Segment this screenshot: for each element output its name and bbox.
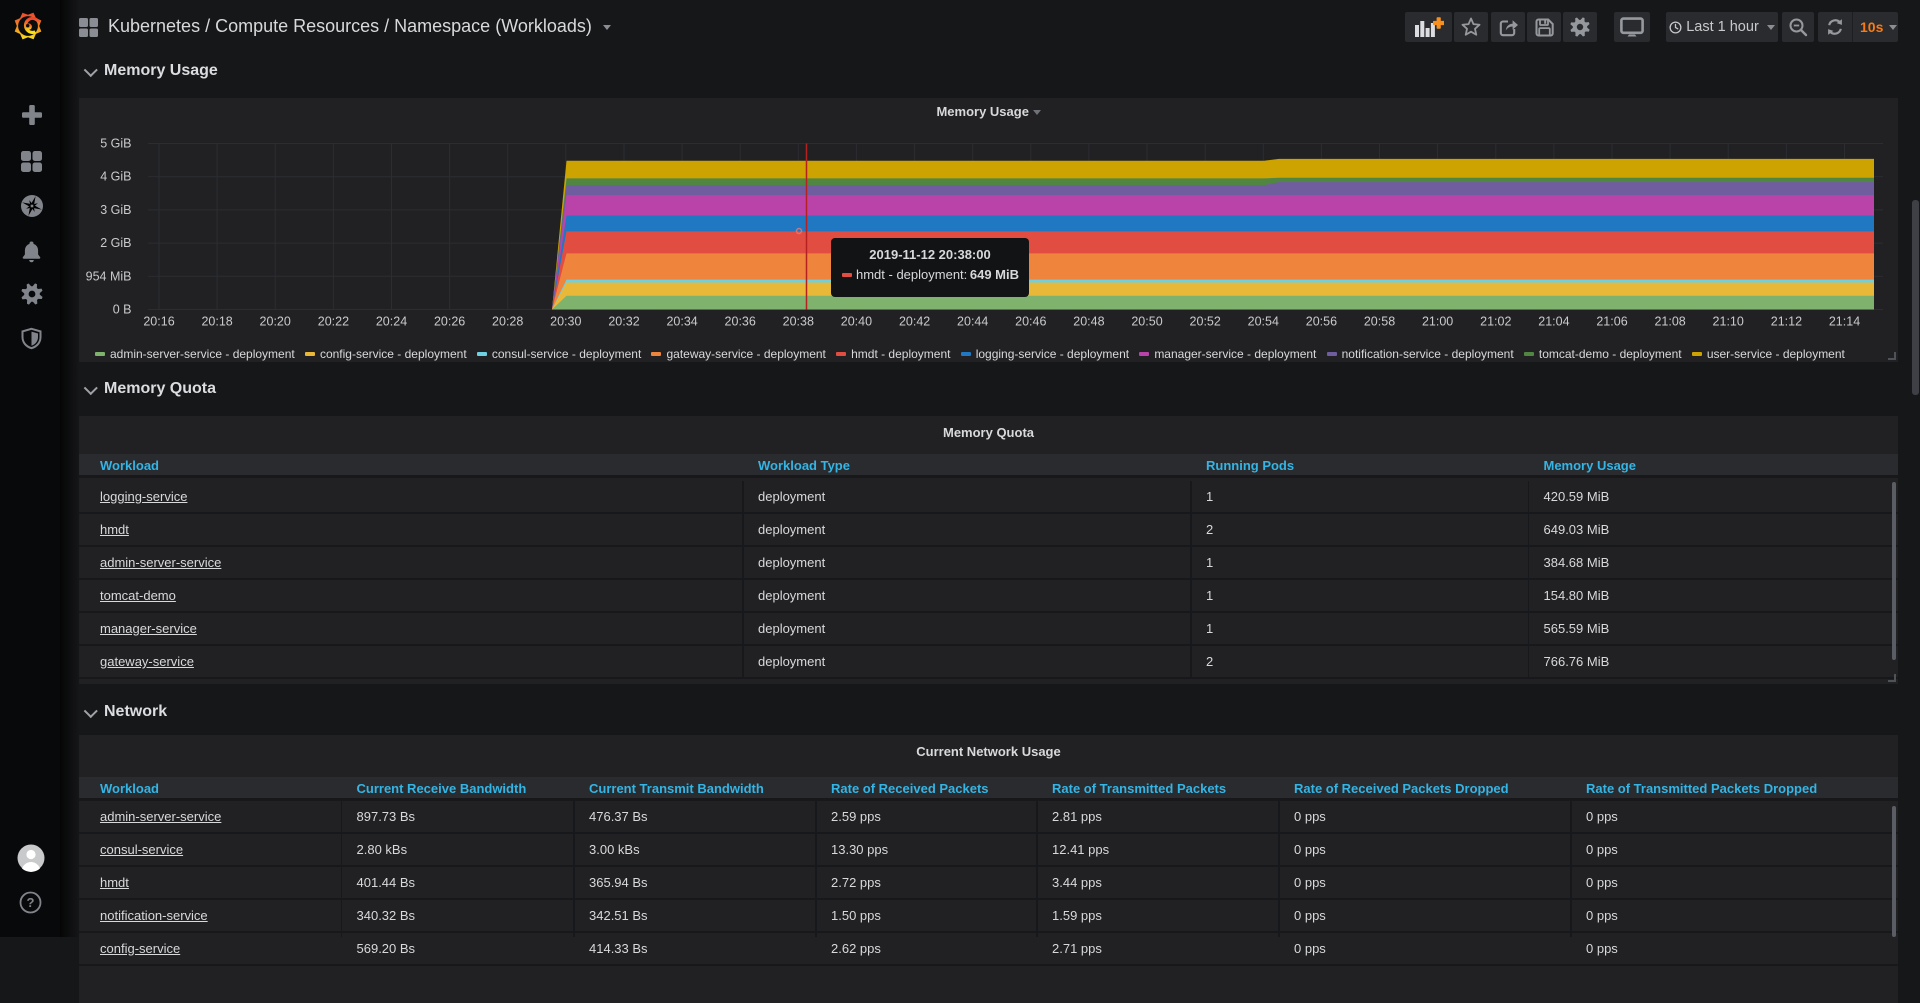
svg-text:21:00: 21:00 xyxy=(1422,314,1453,328)
svg-text:4 GiB: 4 GiB xyxy=(100,169,131,183)
svg-text:954 MiB: 954 MiB xyxy=(86,269,132,283)
svg-text:2 GiB: 2 GiB xyxy=(100,236,131,250)
svg-text:20:58: 20:58 xyxy=(1364,314,1395,328)
svg-text:21:14: 21:14 xyxy=(1829,314,1860,328)
svg-text:20:32: 20:32 xyxy=(608,314,639,328)
svg-text:5 GiB: 5 GiB xyxy=(100,136,131,150)
svg-text:20:46: 20:46 xyxy=(1015,314,1046,328)
svg-text:20:38: 20:38 xyxy=(783,314,814,328)
svg-text:20:56: 20:56 xyxy=(1306,314,1337,328)
svg-text:21:12: 21:12 xyxy=(1771,314,1802,328)
svg-text:?: ? xyxy=(26,895,34,910)
svg-text:20:16: 20:16 xyxy=(143,314,174,328)
svg-text:20:36: 20:36 xyxy=(725,314,756,328)
svg-text:0 B: 0 B xyxy=(113,302,132,316)
svg-text:20:54: 20:54 xyxy=(1248,314,1279,328)
svg-text:20:26: 20:26 xyxy=(434,314,465,328)
svg-text:20:40: 20:40 xyxy=(841,314,872,328)
svg-text:20:30: 20:30 xyxy=(550,314,581,328)
svg-text:20:22: 20:22 xyxy=(318,314,349,328)
svg-text:21:06: 21:06 xyxy=(1596,314,1627,328)
svg-text:20:34: 20:34 xyxy=(666,314,697,328)
svg-text:20:24: 20:24 xyxy=(376,314,407,328)
svg-text:20:44: 20:44 xyxy=(957,314,988,328)
svg-text:20:48: 20:48 xyxy=(1073,314,1104,328)
svg-text:20:28: 20:28 xyxy=(492,314,523,328)
svg-text:21:10: 21:10 xyxy=(1713,314,1744,328)
svg-text:21:04: 21:04 xyxy=(1538,314,1569,328)
svg-text:20:42: 20:42 xyxy=(899,314,930,328)
svg-text:21:02: 21:02 xyxy=(1480,314,1511,328)
svg-text:3 GiB: 3 GiB xyxy=(100,202,131,216)
svg-text:20:18: 20:18 xyxy=(201,314,232,328)
svg-text:20:52: 20:52 xyxy=(1190,314,1221,328)
svg-text:21:08: 21:08 xyxy=(1654,314,1685,328)
svg-text:20:20: 20:20 xyxy=(260,314,291,328)
svg-text:20:50: 20:50 xyxy=(1131,314,1162,328)
